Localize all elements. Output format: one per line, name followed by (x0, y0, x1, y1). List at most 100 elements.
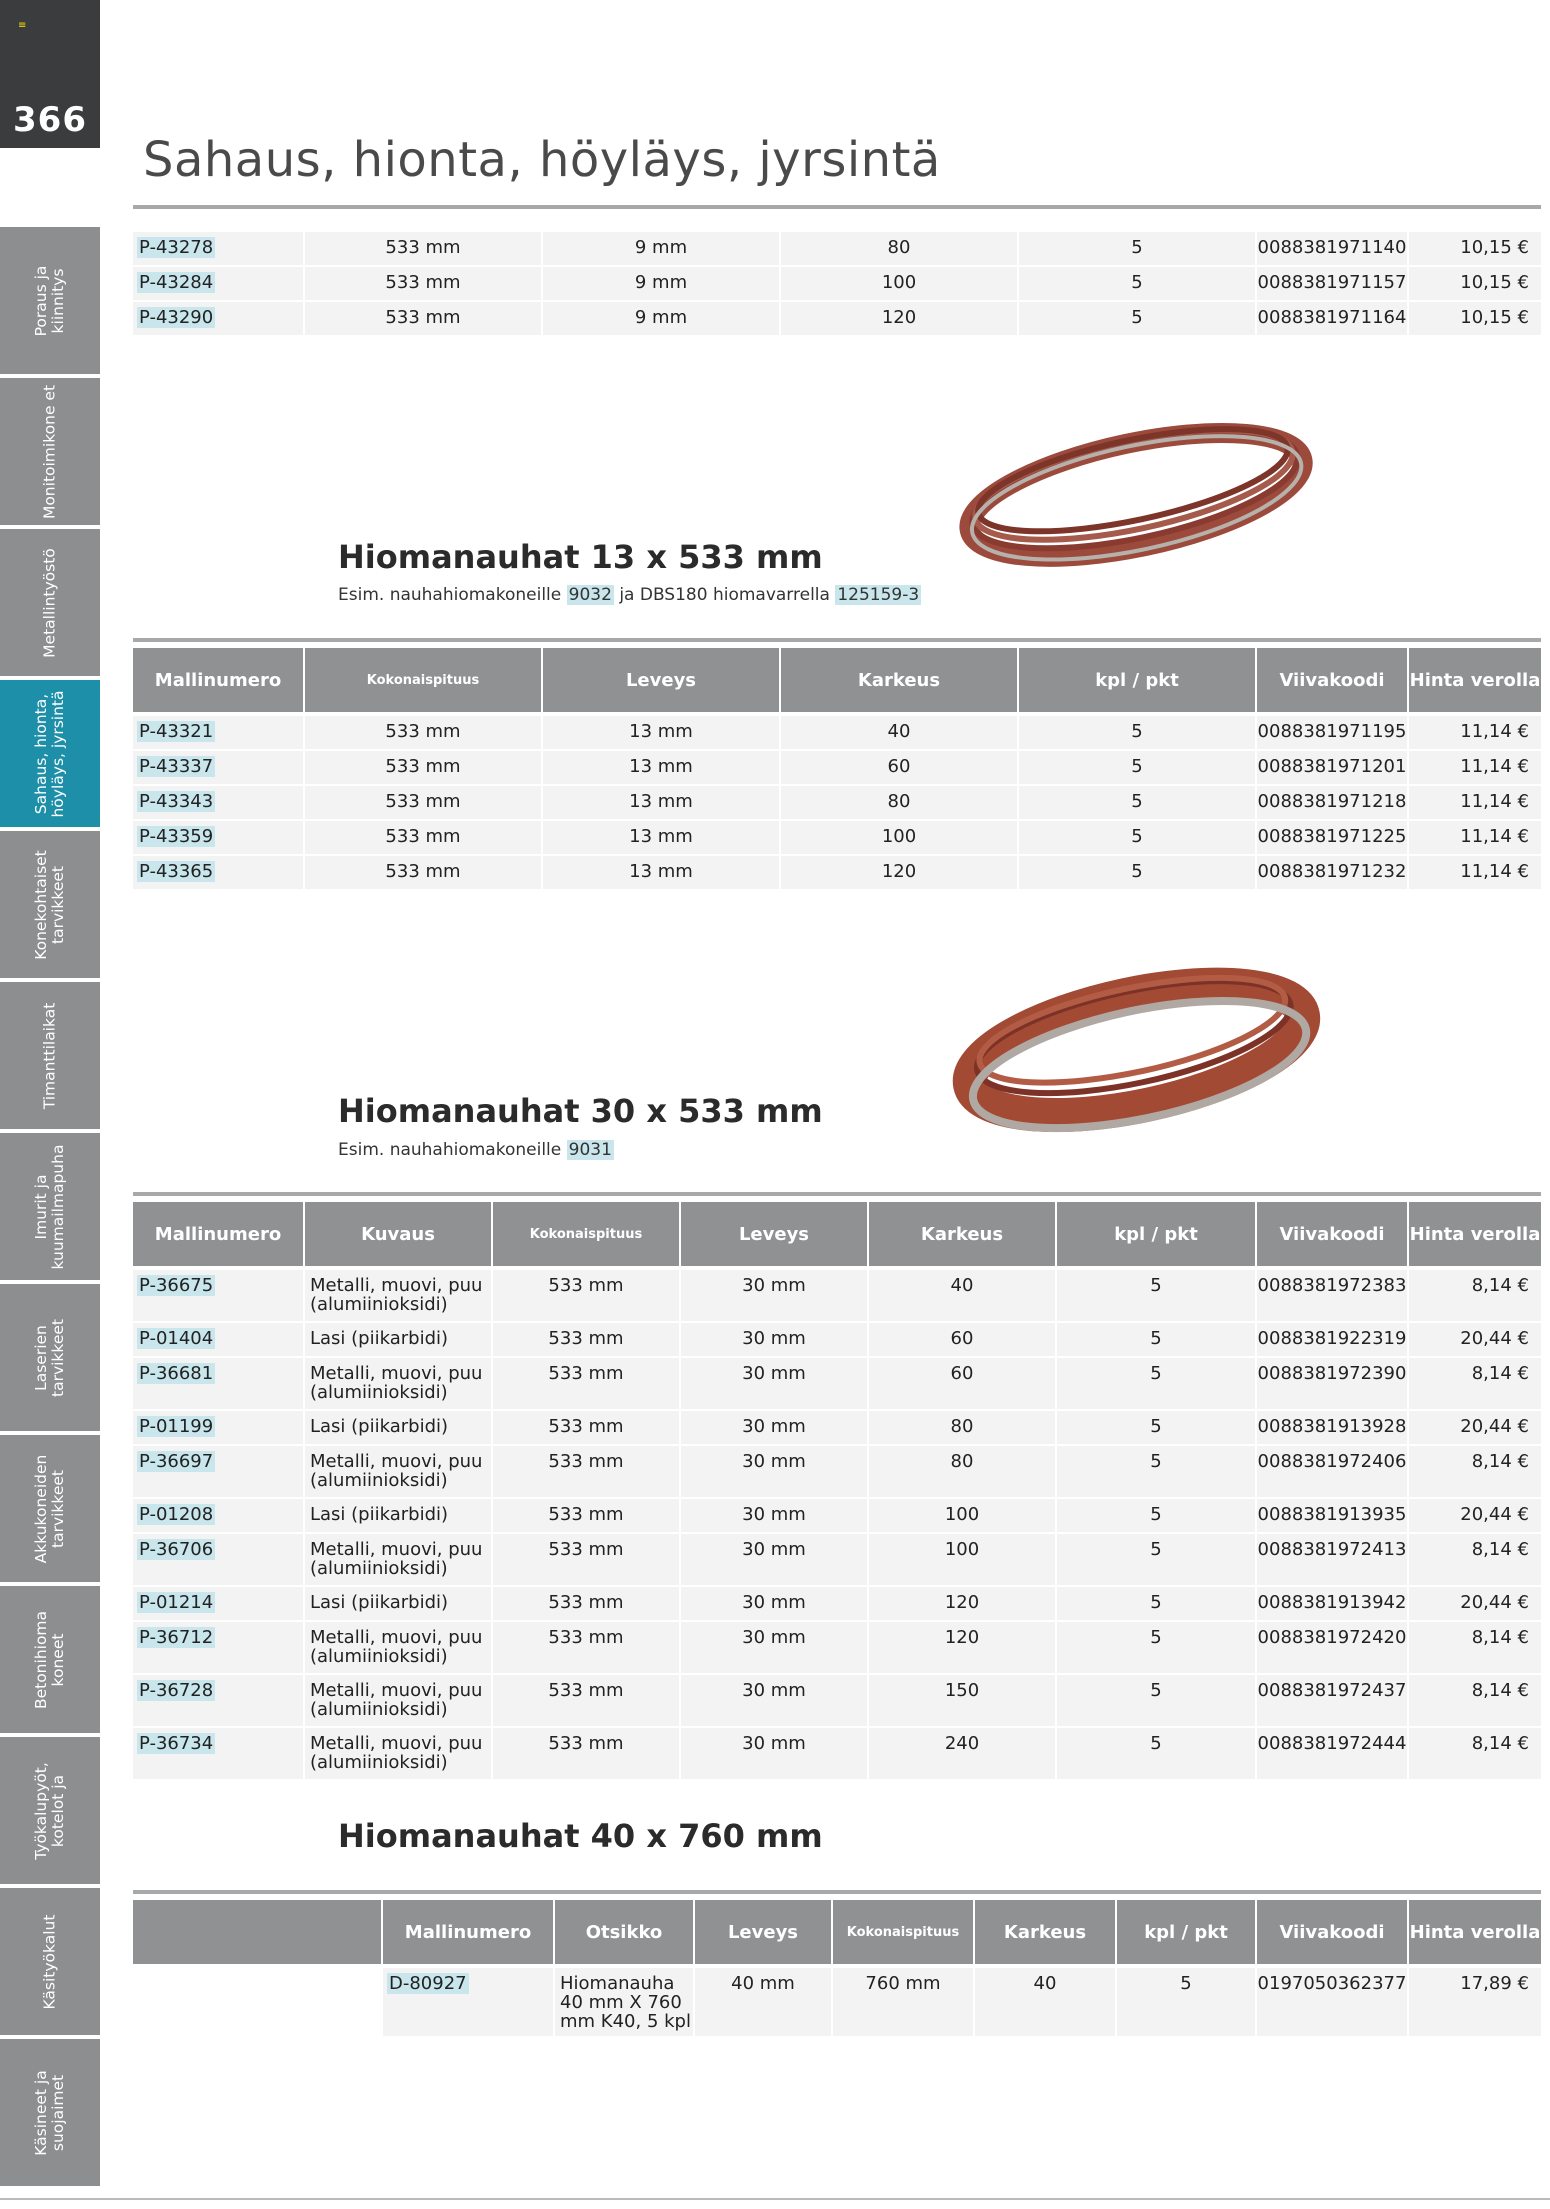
column-header: Viivakoodi (1257, 1900, 1407, 1964)
side-tab[interactable]: Monitoimikone et (0, 378, 100, 525)
length-cell: 533 mm (493, 1675, 679, 1726)
side-tab[interactable]: Timanttilaikat (0, 982, 100, 1129)
product-code-link[interactable]: P-36681 (137, 1363, 216, 1384)
table-row: P-43365 533 mm 13 mm 120 5 0088381971232 11,14… (133, 856, 1541, 891)
model-number-cell: P-01208 (133, 1499, 303, 1532)
product-code-link[interactable]: P-43365 (137, 861, 216, 882)
column-header: kpl / pkt (1019, 648, 1255, 712)
cell-text: 30 mm (742, 1627, 806, 1648)
table-row: P-36706 Metalli, muovi, puu (alumiinioksi… (133, 1534, 1541, 1587)
side-tab[interactable]: Betonihioma koneet (0, 1586, 100, 1733)
cell-text: 10,15 € (1460, 272, 1529, 293)
model-number-cell: P-36728 (133, 1675, 303, 1726)
price-cell: 8,14 € (1409, 1728, 1541, 1779)
product-table-13mm: Mallinumero Kokonaispituus Leveys Karkeus kp… (133, 638, 1541, 891)
width-cell: 30 mm (681, 1587, 867, 1620)
page-number: 366 (13, 100, 87, 140)
cell-text: 10,15 € (1460, 237, 1529, 258)
column-header: Hinta verolla (1409, 648, 1541, 712)
side-tab[interactable]: Poraus ja kiinnitys (0, 227, 100, 374)
price-cell: 8,14 € (1409, 1622, 1541, 1673)
cell-text: 0197050362377 (1257, 1973, 1407, 1994)
cell-text: 11,14 € (1460, 756, 1529, 777)
model-number-cell: P-01214 (133, 1587, 303, 1620)
table-row: P-01214 Lasi (piikarbidi) 533 mm 30 mm 120 5 0… (133, 1587, 1541, 1622)
cell-text: 100 (881, 826, 917, 847)
length-cell: 533 mm (493, 1499, 679, 1532)
side-tab[interactable]: Akkukoneiden tarvikkeet (0, 1435, 100, 1582)
barcode-cell: 0088381971164 (1257, 302, 1407, 335)
product-code-link[interactable]: P-36712 (137, 1627, 216, 1648)
product-code-link[interactable]: P-01199 (137, 1416, 216, 1437)
side-tab[interactable]: Imurit ja kuumailmapuha (0, 1133, 100, 1280)
product-code-link[interactable]: P-36734 (137, 1733, 216, 1754)
cell-text: 5 (1131, 826, 1143, 847)
side-tab[interactable]: Sahaus, hionta, höyläys, jyrsintä (0, 680, 100, 827)
page-title: Sahaus, hionta, höyläys, jyrsintä (143, 132, 941, 188)
product-code-link[interactable]: P-43284 (137, 272, 216, 293)
machine-link-9031[interactable]: 9031 (566, 1140, 614, 1160)
cell-text: 760 mm (865, 1973, 941, 1994)
price-cell: 8,14 € (1409, 1270, 1541, 1321)
barcode-cell: 0088381913935 (1257, 1499, 1407, 1532)
product-code-link[interactable]: P-01404 (137, 1328, 216, 1349)
side-tab[interactable]: Käsineet ja suojaimet (0, 2039, 100, 2186)
table-row: D-80927 Hiomanauha 40 mm X 760 mm K40, 5 … (133, 1968, 1541, 2038)
description-cell: Metalli, muovi, puu (alumiinioksidi) (305, 1270, 491, 1321)
pack-qty-cell: 5 (1057, 1587, 1255, 1620)
product-code-link[interactable]: P-36706 (137, 1539, 216, 1560)
width-cell: 30 mm (681, 1323, 867, 1356)
section-title-40mm: Hiomanauhat 40 x 760 mm (338, 1817, 823, 1855)
cell-text: 533 mm (385, 237, 461, 258)
side-tab[interactable]: Käsityökalut (0, 1888, 100, 2035)
barcode-cell: 0088381972444 (1257, 1728, 1407, 1779)
product-code-link[interactable]: P-01214 (137, 1592, 216, 1613)
side-tab[interactable]: Laserien tarvikkeet (0, 1284, 100, 1431)
title-rule (133, 205, 1541, 209)
model-number-cell: D-80927 (383, 1968, 553, 2036)
side-tab[interactable]: Konekohtaiset tarvikkeet (0, 831, 100, 978)
product-code-link[interactable]: P-43278 (137, 237, 216, 258)
price-cell: 10,15 € (1409, 267, 1541, 300)
side-tab[interactable]: Työkalupyöt, kotelot ja (0, 1737, 100, 1884)
model-number-cell: P-43359 (133, 821, 303, 854)
price-cell: 20,44 € (1409, 1323, 1541, 1356)
length-cell: 533 mm (493, 1728, 679, 1779)
description-cell: Metalli, muovi, puu (alumiinioksidi) (305, 1358, 491, 1409)
cell-text: 0088381913928 (1257, 1416, 1407, 1437)
product-code-link[interactable]: P-43290 (137, 307, 216, 328)
cell-text: 30 mm (742, 1451, 806, 1472)
product-code-link[interactable]: P-43337 (137, 756, 216, 777)
product-code-link[interactable]: P-43359 (137, 826, 216, 847)
product-code-link[interactable]: D-80927 (387, 1973, 469, 1994)
menu-icon[interactable]: ≡ (18, 20, 26, 31)
page-number-box: ≡ 366 (0, 0, 100, 148)
pack-qty-cell: 5 (1057, 1499, 1255, 1532)
product-code-link[interactable]: P-01208 (137, 1504, 216, 1525)
side-tab[interactable]: Metallintyöstö (0, 529, 100, 676)
table-top-rule (133, 638, 1541, 642)
barcode-cell: 0088381971195 (1257, 716, 1407, 749)
model-number-cell: P-43337 (133, 751, 303, 784)
machine-link-9032[interactable]: 9032 (566, 585, 614, 605)
column-header: Kokonaispituus (833, 1900, 973, 1964)
cell-text: 533 mm (548, 1416, 624, 1437)
cell-text: 8,14 € (1471, 1451, 1529, 1472)
table-header: Mallinumero Otsikko Leveys Kokonaispituus Ka… (133, 1900, 1541, 1964)
width-cell: 9 mm (543, 232, 779, 265)
product-code-link[interactable]: P-36675 (137, 1275, 216, 1296)
pack-qty-cell: 5 (1057, 1534, 1255, 1585)
barcode-cell: 0088381972413 (1257, 1534, 1407, 1585)
width-cell: 40 mm (695, 1968, 831, 2036)
price-cell: 8,14 € (1409, 1358, 1541, 1409)
length-cell: 533 mm (305, 232, 541, 265)
cell-text: 533 mm (548, 1592, 624, 1613)
product-code-link[interactable]: P-36697 (137, 1451, 216, 1472)
column-header: Mallinumero (133, 1202, 303, 1266)
accessory-link-125159-3[interactable]: 125159-3 (835, 585, 922, 605)
product-code-link[interactable]: P-43343 (137, 791, 216, 812)
product-code-link[interactable]: P-43321 (137, 721, 216, 742)
product-code-link[interactable]: P-36728 (137, 1680, 216, 1701)
length-cell: 533 mm (305, 856, 541, 889)
cell-text: 8,14 € (1471, 1733, 1529, 1754)
